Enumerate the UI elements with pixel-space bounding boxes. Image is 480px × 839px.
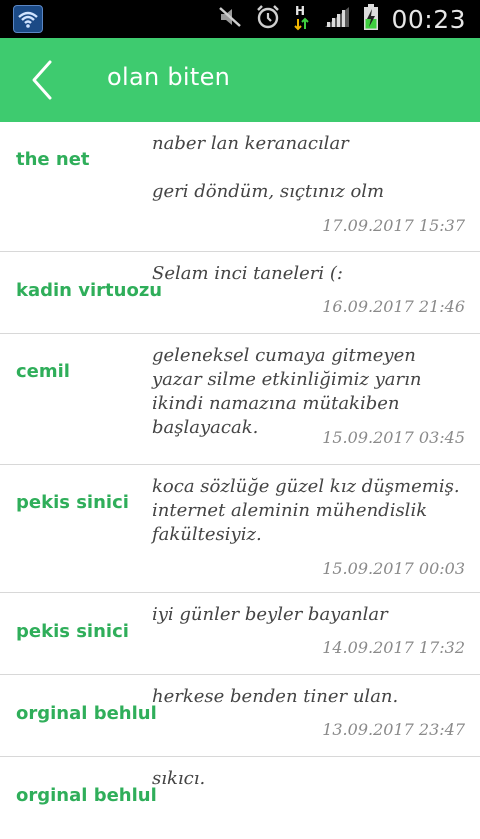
message-date: 14.09.2017 17:32	[322, 638, 465, 657]
status-bar: H 00:23	[0, 0, 480, 38]
list-item[interactable]: cemil geleneksel cumaya gitmeyen yazar s…	[0, 334, 480, 465]
svg-text:H: H	[295, 4, 305, 18]
message-date: 17.09.2017 15:37	[322, 216, 465, 235]
author-name[interactable]: cemil	[16, 361, 70, 382]
wifi-app-icon	[13, 5, 43, 33]
chevron-left-icon	[32, 60, 52, 100]
message-text: koca sözlüğe güzel kız düşmemiş. interne…	[152, 476, 460, 545]
alarm-icon	[255, 4, 281, 34]
message-text: sıkıcı.	[152, 768, 206, 789]
mute-icon	[217, 5, 243, 33]
status-time: 00:23	[391, 4, 466, 34]
message-date: 13.09.2017 23:47	[322, 720, 465, 739]
author-name[interactable]: pekis sinici	[16, 621, 129, 642]
message-date: 16.09.2017 21:46	[322, 297, 465, 316]
list-item[interactable]: kadin virtuozu Selam inci taneleri (: 16…	[0, 252, 480, 334]
list-item[interactable]: orginal behlul herkese benden tiner ulan…	[0, 675, 480, 757]
back-button[interactable]	[26, 58, 62, 102]
list-item[interactable]: pekis sinici koca sözlüğe güzel kız düşm…	[0, 465, 480, 593]
message-date: 15.09.2017 00:03	[322, 559, 465, 578]
message-date: 15.09.2017 03:45	[322, 428, 465, 447]
author-name[interactable]: orginal behlul	[16, 785, 157, 806]
message-text: herkese benden tiner ulan.	[152, 686, 399, 707]
author-name[interactable]: the net	[16, 149, 90, 170]
author-name[interactable]: pekis sinici	[16, 492, 129, 513]
list-item[interactable]: the net naber lan keranacılar geri döndü…	[0, 122, 480, 252]
list-item[interactable]: pekis sinici iyi günler beyler bayanlar …	[0, 593, 480, 675]
list-item[interactable]: orginal behlul sıkıcı.	[0, 757, 480, 839]
app-bar: olan biten	[0, 38, 480, 122]
message-text: Selam inci taneleri (:	[152, 263, 343, 284]
signal-icon	[323, 5, 351, 33]
author-name[interactable]: orginal behlul	[16, 703, 157, 724]
h-data-icon: H	[293, 3, 311, 35]
message-text: geleneksel cumaya gitmeyen yazar silme e…	[152, 345, 422, 438]
message-text: naber lan keranacılar geri döndüm, sıçtı…	[152, 133, 385, 202]
battery-charging-icon	[363, 3, 379, 35]
author-name[interactable]: kadin virtuozu	[16, 280, 162, 301]
page-title: olan biten	[107, 63, 231, 91]
message-text: iyi günler beyler bayanlar	[152, 604, 388, 625]
message-list[interactable]: the net naber lan keranacılar geri döndü…	[0, 122, 480, 839]
